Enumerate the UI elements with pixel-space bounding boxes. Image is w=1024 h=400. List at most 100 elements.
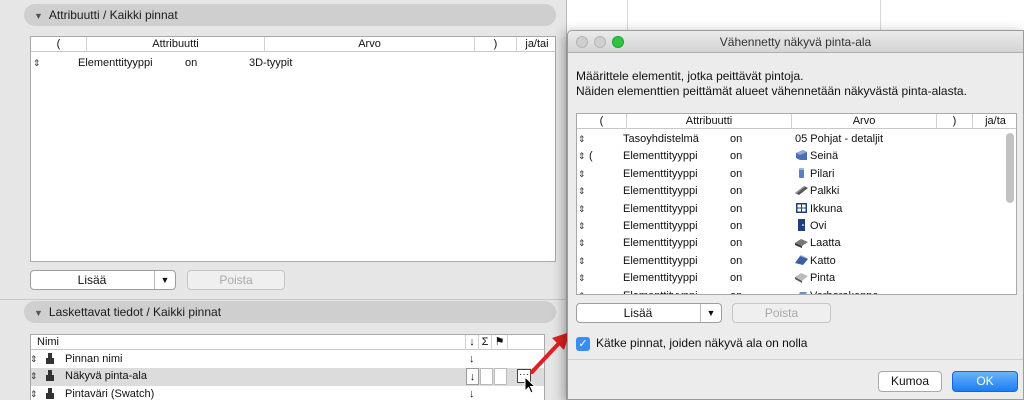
col-value[interactable]: Arvo xyxy=(265,37,475,52)
drag-handle-icon[interactable]: ⇕ xyxy=(33,55,41,72)
col-sum[interactable]: Σ xyxy=(479,335,492,350)
table-row[interactable]: ⇕ Pintaväri (Swatch) ↓ xyxy=(31,386,544,400)
table-row[interactable]: ⇕ Elementtityyppi on Verhorakenne xyxy=(577,288,1016,294)
remove-button[interactable]: Poista xyxy=(732,303,831,323)
drag-handle-icon[interactable]: ⇕ xyxy=(578,148,586,165)
table-row[interactable]: ⇕ Tasoyhdistelmä on 05 Pohjat - detaljit xyxy=(577,131,1016,148)
brush-icon xyxy=(45,368,55,385)
add-button-label: Lisää xyxy=(77,273,107,287)
col-attribute[interactable]: Attribuutti xyxy=(87,37,265,52)
col-flag[interactable]: ⚑ xyxy=(492,335,508,350)
flag-cell[interactable] xyxy=(494,368,507,385)
table-row[interactable]: ⇕ Pinnan nimi ↓ xyxy=(31,351,544,368)
sort-arrow[interactable]: ↓ xyxy=(466,368,479,385)
row-value[interactable]: 3D-tyypit xyxy=(249,55,292,72)
col-value[interactable]: Arvo xyxy=(792,114,937,129)
col-name[interactable]: Nimi xyxy=(31,335,466,350)
col-paren-open[interactable]: ( xyxy=(577,114,627,129)
drag-handle-icon[interactable]: ⇕ xyxy=(578,201,586,218)
drag-handle-icon[interactable]: ⇕ xyxy=(31,386,38,400)
sum-cell[interactable] xyxy=(480,368,493,385)
minimize-window-icon[interactable] xyxy=(594,36,606,48)
col-attribute[interactable]: Attribuutti xyxy=(627,114,792,129)
row-attribute: Elementtityyppi xyxy=(623,220,698,232)
table-row[interactable]: ⇕(Elementtityyppi on Seinä xyxy=(577,148,1016,165)
row-value[interactable]: Ovi xyxy=(795,218,827,235)
close-window-icon[interactable] xyxy=(576,36,588,48)
table-row[interactable]: ⇕ Elementtityyppi on 3D-tyypit xyxy=(31,55,555,72)
sort-arrow[interactable]: ↓ xyxy=(469,351,475,368)
drag-handle-icon[interactable]: ⇕ xyxy=(31,351,38,368)
col-paren-open[interactable]: ( xyxy=(31,37,87,52)
row-operator: on xyxy=(730,167,743,180)
row-value[interactable]: 05 Pohjat - detaljit xyxy=(795,131,883,148)
row-paren-open[interactable]: ( xyxy=(589,148,593,165)
col-sort[interactable]: ↓ xyxy=(466,335,479,350)
sort-arrow[interactable]: ↓ xyxy=(469,386,475,400)
drag-handle-icon[interactable]: ⇕ xyxy=(578,131,586,148)
row-value-text: Verhorakenne xyxy=(810,290,879,294)
row-value[interactable]: Pilari xyxy=(795,166,834,183)
calculated-section-header[interactable]: ▼ Laskettavat tiedot / Kaikki pinnat xyxy=(24,301,556,323)
row-value[interactable]: Pinta xyxy=(795,270,835,287)
add-popup-button[interactable]: Lisää ▼ xyxy=(576,303,722,323)
table-row[interactable]: ⇕ Elementtityyppi on Palkki xyxy=(577,183,1016,200)
drag-handle-icon[interactable]: ⇕ xyxy=(578,183,586,200)
dialog-title: Vähennetty näkyvä pinta-ala xyxy=(719,35,872,49)
drag-handle-icon[interactable]: ⇕ xyxy=(578,235,586,252)
disclosure-triangle-icon[interactable]: ▼ xyxy=(34,11,43,21)
slab-icon xyxy=(795,237,810,249)
col-and-or[interactable]: ja/tai xyxy=(517,37,555,52)
row-value[interactable]: Verhorakenne xyxy=(795,288,879,294)
row-value[interactable]: Laatta xyxy=(795,235,841,252)
attributes-table: ( Attribuutti Arvo ) ja/tai ⇕ Elementtit… xyxy=(30,36,556,262)
row-attribute: Elementtityyppi xyxy=(623,237,698,250)
col-paren-close[interactable]: ) xyxy=(937,114,973,129)
drag-handle-icon[interactable]: ⇕ xyxy=(578,270,586,287)
row-attribute: Elementtityyppi xyxy=(623,185,698,198)
add-popup-button[interactable]: Lisää ▼ xyxy=(30,270,176,290)
column-icon xyxy=(795,167,810,180)
row-value-text: Ikkuna xyxy=(810,202,843,215)
table-row[interactable]: ⇕ Elementtityyppi on Laatta xyxy=(577,235,1016,252)
drag-handle-icon[interactable]: ⇕ xyxy=(578,218,586,235)
row-attribute: Elementtityyppi xyxy=(623,150,698,163)
drag-handle-icon[interactable]: ⇕ xyxy=(578,253,586,270)
table-row[interactable]: ⇕ Elementtityyppi on Katto xyxy=(577,253,1016,270)
table-row-selected[interactable]: ⇕ Näkyvä pinta-ala ↓ ··· xyxy=(31,368,544,386)
row-value[interactable]: Ikkuna xyxy=(795,201,842,218)
drag-handle-icon[interactable]: ⇕ xyxy=(578,288,586,294)
divider xyxy=(0,299,567,300)
wall-icon xyxy=(795,150,810,162)
remove-button[interactable]: Poista xyxy=(187,270,285,290)
attributes-table-header: ( Attribuutti Arvo ) ja/tai xyxy=(31,37,555,52)
dialog-titlebar[interactable]: Vähennetty näkyvä pinta-ala xyxy=(568,31,1023,53)
drag-handle-icon[interactable]: ⇕ xyxy=(578,166,586,183)
table-row[interactable]: ⇕ Elementtityyppi on Ovi xyxy=(577,218,1016,235)
checkmark-icon[interactable]: ✓ xyxy=(576,336,590,351)
scrollbar-thumb[interactable] xyxy=(1006,133,1014,203)
row-value-text: Katto xyxy=(810,254,836,267)
roof-icon xyxy=(795,254,810,267)
drag-handle-icon[interactable]: ⇕ xyxy=(31,368,38,385)
table-row[interactable]: ⇕ Elementtityyppi on Pinta xyxy=(577,270,1016,287)
row-value-text: Pinta xyxy=(810,272,836,285)
disclosure-triangle-icon[interactable]: ▼ xyxy=(34,308,43,318)
table-row[interactable]: ⇕ Elementtityyppi on Ikkuna xyxy=(577,201,1016,218)
row-value[interactable]: Palkki xyxy=(795,183,839,200)
row-operator: on xyxy=(730,272,743,285)
row-value[interactable]: Katto xyxy=(795,253,836,270)
zoom-window-icon[interactable] xyxy=(612,36,624,48)
cancel-button[interactable]: Kumoa xyxy=(878,371,942,392)
hide-zero-area-option[interactable]: ✓ Kätke pinnat, joiden näkyvä ala on noll… xyxy=(576,335,807,351)
row-name: Pintaväri (Swatch) xyxy=(65,388,155,400)
row-operator: on xyxy=(730,185,743,198)
attributes-section-header[interactable]: ▼ Attribuutti / Kaikki pinnat xyxy=(24,4,556,26)
row-value[interactable]: Seinä xyxy=(795,148,838,165)
vertical-scrollbar[interactable] xyxy=(1006,131,1014,291)
col-paren-close[interactable]: ) xyxy=(475,37,517,52)
table-row[interactable]: ⇕ Elementtityyppi on Pilari xyxy=(577,166,1016,183)
row-value-text: Seinä xyxy=(810,150,839,163)
col-and-or[interactable]: ja/ta xyxy=(973,114,1016,129)
ok-button[interactable]: OK xyxy=(952,371,1018,392)
